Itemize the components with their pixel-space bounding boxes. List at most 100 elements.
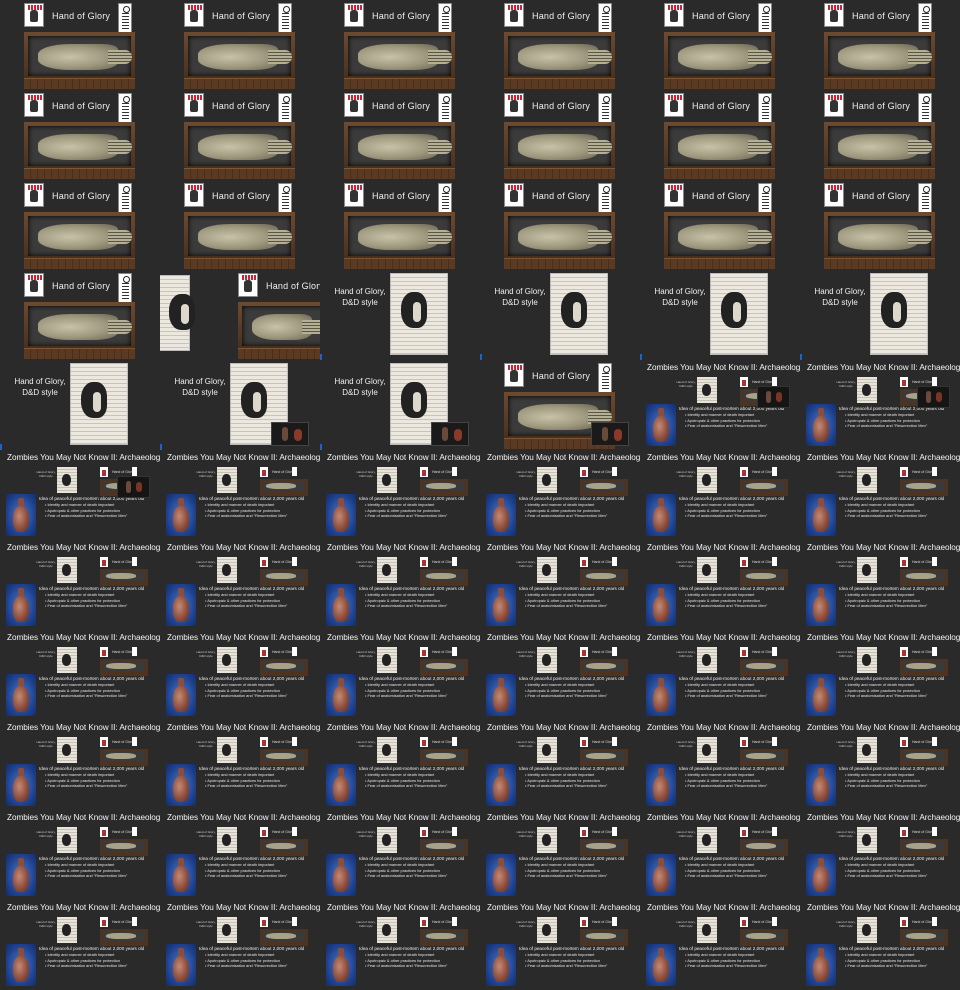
video-frame-thumbnail[interactable]: Zombies You May Not Know II: Archaeology… xyxy=(320,630,480,720)
video-frame-thumbnail[interactable]: Zombies You May Not Know II: Archaeology… xyxy=(800,450,960,540)
video-frame-thumbnail[interactable]: Zombies You May Not Know II: Archaeology… xyxy=(160,540,320,630)
mini-dnd-label: Hand of Glory, D&D style xyxy=(36,920,56,928)
video-frame-thumbnail[interactable]: Hand of Glory, D&D style xyxy=(320,360,480,450)
video-frame-thumbnail[interactable]: Hand of Glory xyxy=(640,90,800,180)
video-frame-thumbnail[interactable]: Zombies You May Not Know II: Archaeology… xyxy=(480,540,640,630)
video-frame-thumbnail[interactable]: Zombies You May Not Know II: Archaeology… xyxy=(480,810,640,900)
slide-title: Hand of Glory xyxy=(212,101,271,111)
video-frame-thumbnail[interactable]: Zombies You May Not Know II: Archaeology… xyxy=(480,720,640,810)
video-frame-thumbnail[interactable]: Hand of Glory xyxy=(160,270,320,360)
video-frame-thumbnail[interactable]: Hand of Glory xyxy=(800,0,960,90)
video-frame-thumbnail[interactable]: Zombies You May Not Know II: Archaeology… xyxy=(160,450,320,540)
video-frame-thumbnail[interactable]: Zombies You May Not Know II: Archaeology… xyxy=(160,900,320,990)
bullet-text: Apotropaic & other practices for protect… xyxy=(687,507,760,513)
mini-hand-icon xyxy=(580,557,588,567)
video-inset-image xyxy=(431,422,469,446)
slide-text: Idea of peaceful post-mortem about 2,000… xyxy=(39,766,159,789)
video-frame-thumbnail[interactable]: Zombies You May Not Know II: Archaeology… xyxy=(320,540,480,630)
video-frame-thumbnail[interactable]: Zombies You May Not Know II: Archaeology… xyxy=(480,450,640,540)
video-frame-thumbnail[interactable]: Zombies You May Not Know II: Archaeology… xyxy=(320,450,480,540)
video-frame-thumbnail[interactable]: Zombies You May Not Know II: Archaeology… xyxy=(640,900,800,990)
video-frame-thumbnail[interactable]: Zombies You May Not Know II: Archaeology… xyxy=(640,450,800,540)
mini-hand-icon xyxy=(100,737,108,747)
video-frame-thumbnail[interactable]: Hand of Glory xyxy=(480,90,640,180)
video-frame-thumbnail[interactable]: Hand of Glory, D&D style xyxy=(480,270,640,360)
mini-book-page-image xyxy=(857,647,877,673)
video-frame-thumbnail[interactable]: Zombies You May Not Know II: Archaeology… xyxy=(800,630,960,720)
video-frame-thumbnail[interactable]: Zombies You May Not Know II: Archaeology… xyxy=(480,630,640,720)
video-frame-thumbnail[interactable]: Zombies You May Not Know II: Archaeology… xyxy=(0,810,160,900)
video-frame-thumbnail[interactable]: Hand of Glory xyxy=(480,360,640,450)
mini-hog-label: Hand of Glory xyxy=(752,920,774,924)
video-frame-thumbnail[interactable]: Hand of Glory, D&D style xyxy=(0,360,160,450)
video-frame-thumbnail[interactable]: Zombies You May Not Know II: Archaeology… xyxy=(0,540,160,630)
bullet-3: • Fear of anatomisation and "Resurrectio… xyxy=(365,693,448,698)
video-frame-thumbnail[interactable]: Hand of Glory xyxy=(160,180,320,270)
video-frame-thumbnail[interactable]: Zombies You May Not Know II: Archaeology… xyxy=(800,540,960,630)
bullet-text: Apotropaic & other practices for protect… xyxy=(47,777,120,783)
hand-of-glory-photo xyxy=(184,32,295,89)
video-frame-thumbnail[interactable]: Zombies You May Not Know II: Archaeology… xyxy=(640,810,800,900)
video-frame-thumbnail[interactable]: Hand of Glory, D&D style xyxy=(320,270,480,360)
video-inset-image xyxy=(117,476,150,498)
mini-hand-photo xyxy=(900,479,948,496)
mini-hog-label: Hand of Glory xyxy=(432,920,454,924)
vase-body xyxy=(653,596,669,622)
video-frame-thumbnail[interactable]: Hand of Glory xyxy=(0,90,160,180)
mini-skeleton-icon xyxy=(452,647,457,656)
video-frame-thumbnail[interactable]: Hand of Glory, D&D style xyxy=(640,270,800,360)
video-frame-thumbnail[interactable]: Hand of Glory xyxy=(0,180,160,270)
slide-title: Zombies You May Not Know II: Archaeology xyxy=(7,633,160,642)
video-frame-thumbnail[interactable]: Hand of Glory xyxy=(320,90,480,180)
video-frame-thumbnail[interactable]: Zombies You May Not Know II: Archaeology… xyxy=(0,450,160,540)
video-frame-thumbnail[interactable]: Hand of Glory xyxy=(160,0,320,90)
video-frame-thumbnail[interactable]: Hand of Glory, D&D style xyxy=(160,360,320,450)
video-frame-thumbnail[interactable]: Hand of Glory xyxy=(480,0,640,90)
video-frame-thumbnail[interactable]: Zombies You May Not Know II: Archaeology… xyxy=(640,540,800,630)
video-frame-thumbnail[interactable]: Hand of Glory, D&D style xyxy=(800,270,960,360)
video-frame-thumbnail[interactable]: Hand of Glory xyxy=(320,180,480,270)
mini-hand-photo xyxy=(420,569,468,586)
slide-text: Idea of peaceful post-mortem about 2,000… xyxy=(359,496,479,519)
bullet-text: Fear of anatomisation and "Resurrection … xyxy=(687,423,768,428)
slide-text: Idea of peaceful post-mortem about 2,000… xyxy=(39,676,159,699)
video-frame-thumbnail[interactable]: Hand of Glory xyxy=(800,90,960,180)
bullet-3: • Fear of anatomisation and "Resurrectio… xyxy=(845,783,928,788)
video-frame-thumbnail[interactable]: Hand of Glory xyxy=(0,0,160,90)
mini-book-page-image xyxy=(857,737,877,763)
video-frame-thumbnail[interactable]: Hand of Glory xyxy=(640,180,800,270)
mini-book-page-image xyxy=(857,377,877,403)
video-frame-thumbnail[interactable]: Zombies You May Not Know II: Archaeology… xyxy=(0,630,160,720)
video-frame-thumbnail[interactable]: Zombies You May Not Know II: Archaeology… xyxy=(640,360,800,450)
slide-title: Zombies You May Not Know II: Archaeology xyxy=(807,903,960,912)
video-frame-thumbnail[interactable]: Hand of Glory xyxy=(320,0,480,90)
video-frame-thumbnail[interactable]: Zombies You May Not Know II: Archaeology… xyxy=(0,720,160,810)
video-frame-thumbnail[interactable]: Zombies You May Not Know II: Archaeology… xyxy=(320,810,480,900)
video-frame-thumbnail[interactable]: Zombies You May Not Know II: Archaeology… xyxy=(0,900,160,990)
video-frame-thumbnail[interactable]: Zombies You May Not Know II: Archaeology… xyxy=(480,900,640,990)
video-frame-thumbnail[interactable]: Zombies You May Not Know II: Archaeology… xyxy=(160,720,320,810)
video-frame-thumbnail[interactable]: Zombies You May Not Know II: Archaeology… xyxy=(800,360,960,450)
video-frame-thumbnail[interactable]: Zombies You May Not Know II: Archaeology… xyxy=(160,630,320,720)
vase-body xyxy=(813,686,829,712)
video-frame-thumbnail[interactable]: Zombies You May Not Know II: Archaeology… xyxy=(320,900,480,990)
video-frame-thumbnail[interactable]: Zombies You May Not Know II: Archaeology… xyxy=(160,810,320,900)
bullet-text: Fear of anatomisation and "Resurrection … xyxy=(207,513,288,518)
video-frame-thumbnail[interactable]: Zombies You May Not Know II: Archaeology… xyxy=(800,810,960,900)
hand-drawing-icon xyxy=(504,3,524,27)
skeleton-illustration xyxy=(278,183,292,213)
mini-book-page-image xyxy=(697,557,717,583)
mini-book-page-image xyxy=(57,557,77,583)
video-frame-thumbnail[interactable]: Zombies You May Not Know II: Archaeology… xyxy=(800,720,960,810)
video-frame-thumbnail[interactable]: Hand of Glory xyxy=(160,90,320,180)
video-frame-thumbnail[interactable]: Zombies You May Not Know II: Archaeology… xyxy=(640,720,800,810)
video-frame-thumbnail[interactable]: Zombies You May Not Know II: Archaeology… xyxy=(320,720,480,810)
video-frame-thumbnail[interactable]: Zombies You May Not Know II: Archaeology… xyxy=(800,900,960,990)
video-frame-thumbnail[interactable]: Hand of Glory xyxy=(640,0,800,90)
video-frame-thumbnail[interactable]: Hand of Glory xyxy=(0,270,160,360)
video-frame-thumbnail[interactable]: Hand of Glory xyxy=(480,180,640,270)
vase-body xyxy=(173,776,189,802)
mini-dnd-label: Hand of Glory, D&D style xyxy=(196,470,216,478)
video-frame-thumbnail[interactable]: Hand of Glory xyxy=(800,180,960,270)
video-frame-thumbnail[interactable]: Zombies You May Not Know II: Archaeology… xyxy=(640,630,800,720)
